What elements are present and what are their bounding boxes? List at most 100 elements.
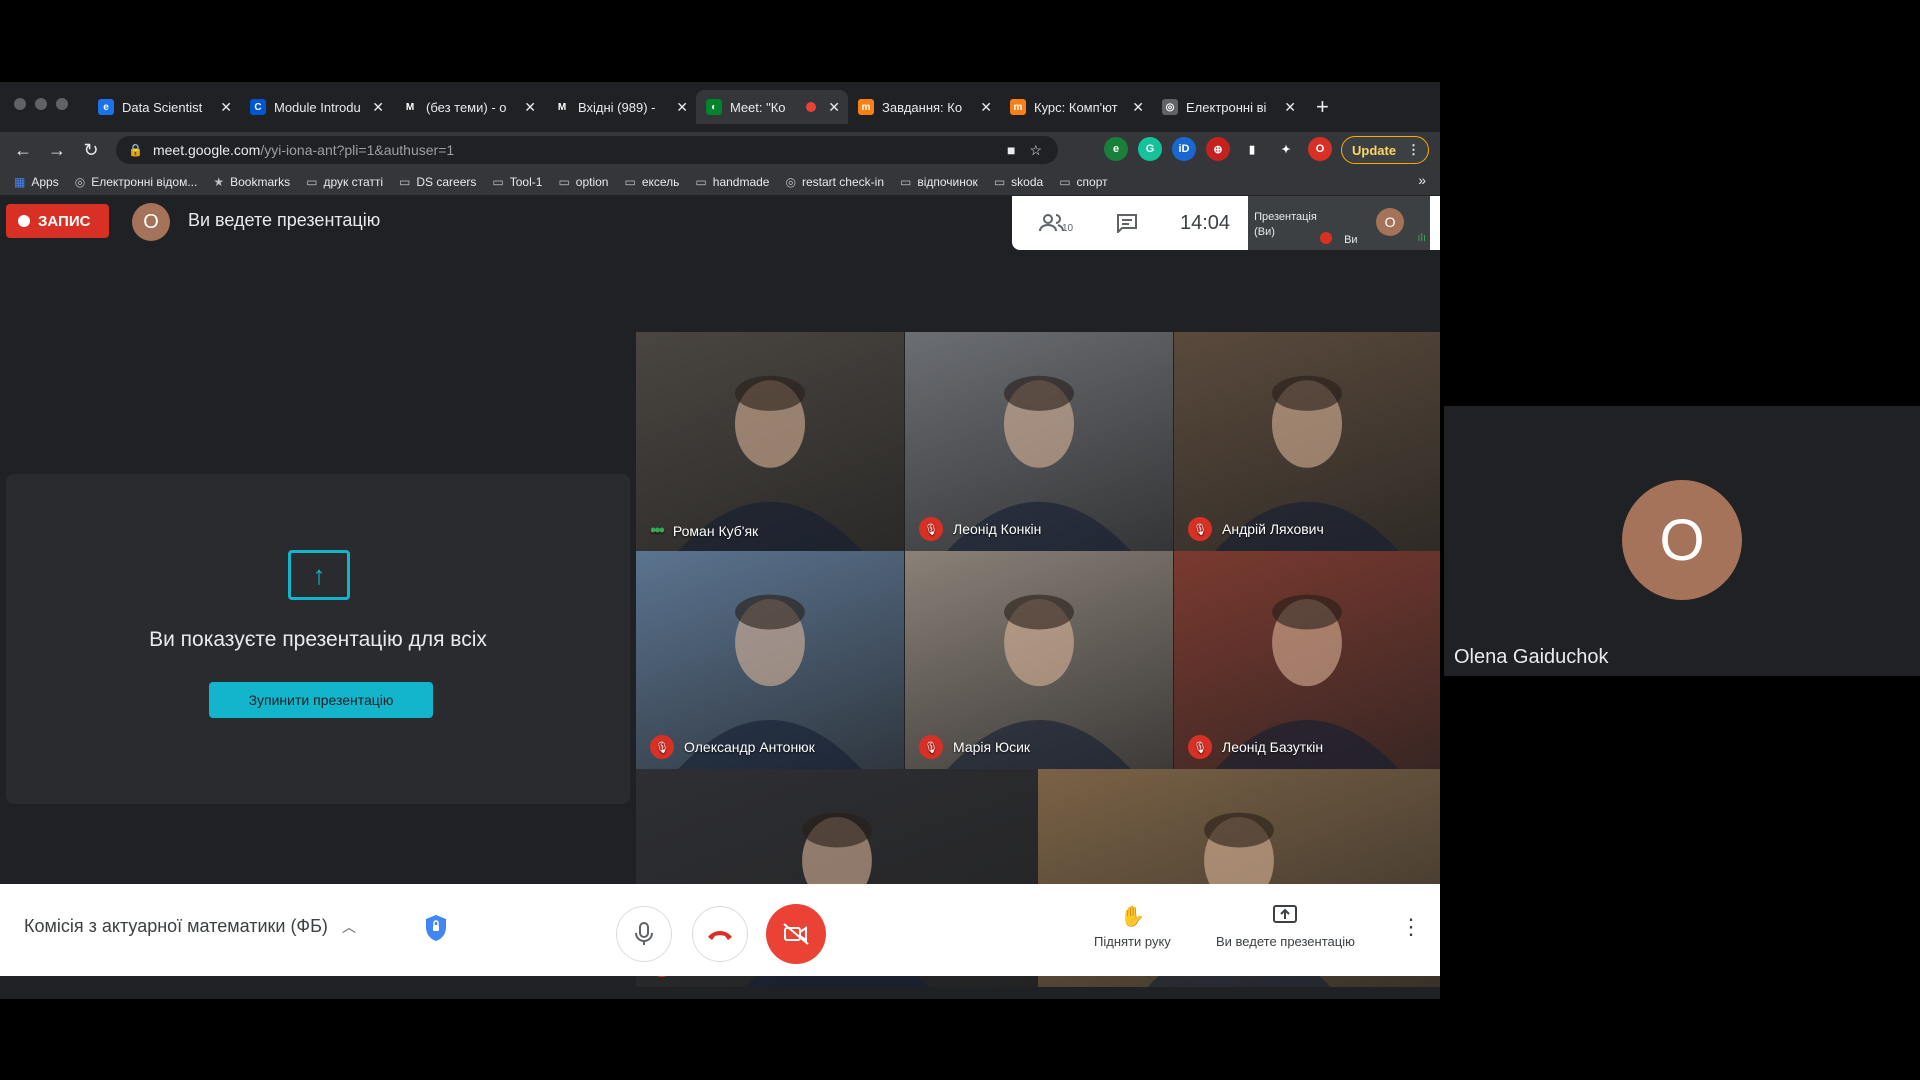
browser-tab[interactable]: ◎ Електронні ві ✕: [1152, 90, 1304, 124]
e-icon: e: [98, 99, 114, 115]
participant-name-tag: 🎙 Леонід Базуткін: [1188, 735, 1323, 759]
chat-icon: [1117, 214, 1137, 233]
browser-tab[interactable]: e Data Scientist ✕: [88, 90, 240, 124]
camera-in-use-icon[interactable]: ■: [1007, 142, 1015, 159]
pdf-extension-icon[interactable]: ⊕: [1206, 137, 1230, 161]
clipboard-extension-icon[interactable]: ▮: [1240, 137, 1264, 161]
bookmark-item[interactable]: ▭ друк статті: [306, 175, 383, 189]
participant-name: Олександр Антонюк: [684, 739, 815, 755]
minimize-window-button[interactable]: [35, 98, 47, 110]
evernote-extension-icon[interactable]: e: [1104, 137, 1128, 161]
camera-button[interactable]: [766, 904, 826, 964]
bookmark-item[interactable]: ▭ DS careers: [399, 175, 476, 189]
participant-tile[interactable]: 🎙 Олександр Антонюк: [636, 551, 904, 769]
new-tab-icon[interactable]: +: [1316, 90, 1329, 124]
bookmark-item[interactable]: ◎ restart check-in: [785, 175, 884, 189]
close-tab-icon[interactable]: ✕: [1132, 99, 1144, 116]
shield-icon[interactable]: [424, 914, 448, 942]
bookmark-item[interactable]: ▭ option: [558, 175, 608, 189]
folder-icon: ▭: [695, 174, 707, 189]
extensions-area: e G iD ⊕ ▮ ✦ O: [1104, 137, 1332, 161]
raise-hand-button[interactable]: ✋ Підняти руку: [1094, 904, 1171, 949]
record-dot-icon: [18, 215, 30, 227]
bookmark-item[interactable]: ▭ handmade: [695, 175, 769, 189]
close-tab-icon[interactable]: ✕: [1284, 99, 1296, 116]
more-options-icon[interactable]: ⋮: [1400, 914, 1422, 940]
participant-tile[interactable]: 🎙 Марія Юсик: [905, 551, 1173, 769]
lock-icon[interactable]: 🔒: [128, 143, 143, 157]
people-button[interactable]: 10: [1012, 213, 1092, 234]
microphone-button[interactable]: [616, 906, 672, 962]
browser-tab[interactable]: m Завдання: Ко ✕: [848, 90, 1000, 124]
close-tab-icon[interactable]: ✕: [372, 99, 384, 116]
close-window-button[interactable]: [14, 98, 26, 110]
bookmark-item[interactable]: ▭ відпочинок: [900, 175, 978, 189]
participant-name-tag: 🎙 Андрій Ляхович: [1188, 517, 1324, 541]
id-extension-icon[interactable]: iD: [1172, 137, 1196, 161]
present-screen-icon: [1272, 904, 1298, 928]
self-thumbnail[interactable]: O Ви ılı: [1340, 196, 1431, 250]
stop-presenting-button[interactable]: Зупинити презентацію: [209, 682, 433, 718]
browser-tab[interactable]: ◐ Meet: "Ко ✕: [696, 90, 848, 124]
microphone-icon: [635, 922, 653, 945]
participant-tile[interactable]: ••• Роман Куб'як: [636, 332, 904, 551]
participant-tile[interactable]: 🎙 Леонід Базуткін: [1174, 551, 1440, 769]
reload-icon[interactable]: ↻: [74, 140, 108, 161]
bookmark-label: Apps: [31, 174, 59, 189]
present-now-button[interactable]: Ви ведете презентацію: [1216, 904, 1355, 949]
bookmarks-overflow-icon[interactable]: »: [1418, 172, 1426, 188]
kebab-menu-icon[interactable]: ⋮: [1407, 142, 1420, 158]
close-tab-icon[interactable]: ✕: [220, 99, 232, 116]
toolbar: ← → ↻ 🔒 meet.google.com/yyi-iona-ant?pli…: [0, 132, 1440, 168]
close-tab-icon[interactable]: ✕: [828, 99, 840, 116]
leave-call-button[interactable]: [692, 906, 748, 962]
hang-up-icon: [708, 931, 732, 940]
url-host: meet.google.com: [152, 142, 261, 158]
chat-button[interactable]: [1092, 213, 1162, 233]
forward-arrow-icon[interactable]: →: [40, 140, 74, 161]
apps-grid-icon: ▦: [14, 174, 26, 189]
browser-tab[interactable]: M Вхідні (989) - ✕: [544, 90, 696, 124]
browser-tab[interactable]: M (без теми) - о ✕: [392, 90, 544, 124]
bookmark-item[interactable]: ▦ Apps: [14, 175, 59, 189]
bookmark-label: restart check-in: [801, 174, 884, 189]
close-tab-icon[interactable]: ✕: [524, 99, 536, 116]
bookmark-star-icon[interactable]: ☆: [1029, 142, 1042, 159]
bookmark-item[interactable]: ▭ ексель: [624, 175, 679, 189]
browser-tab[interactable]: C Module Introdu ✕: [240, 90, 392, 124]
bookmark-item[interactable]: ▭ спорт: [1059, 175, 1107, 189]
presentation-thumbnail[interactable]: Презентація (Ви): [1248, 196, 1341, 250]
folder-icon: ▭: [492, 174, 504, 189]
recording-badge[interactable]: ЗАПИС: [6, 204, 109, 238]
muted-mic-icon: [1320, 232, 1333, 244]
participant-name: Роман Куб'як: [672, 522, 759, 539]
bookmark-label: відпочинок: [917, 174, 978, 189]
close-tab-icon[interactable]: ✕: [980, 99, 992, 116]
meeting-title: Комісія з актуарної математики (ФБ): [24, 916, 328, 936]
maximize-window-button[interactable]: [56, 98, 68, 110]
meeting-details-toggle[interactable]: Комісія з актуарної математики (ФБ) ︿: [24, 916, 356, 937]
self-thumb-label: Ви: [1344, 234, 1358, 246]
close-tab-icon[interactable]: ✕: [676, 99, 688, 116]
side-avatar: O: [1622, 480, 1742, 600]
back-arrow-icon[interactable]: ←: [6, 140, 40, 161]
bookmark-label: skoda: [1011, 174, 1044, 189]
browser-tab[interactable]: m Курс: Комп'ют ✕: [1000, 90, 1152, 124]
muted-mic-icon: 🎙: [919, 517, 943, 541]
update-label: Update: [1352, 142, 1397, 158]
presentation-thumb-label: Презентація (Ви): [1254, 211, 1317, 238]
bookmark-item[interactable]: ▭ Tool-1: [492, 175, 542, 189]
tab-bar: e Data Scientist ✕ C Module Introdu ✕ M (без те…: [0, 82, 1440, 132]
puzzle-extensions-icon[interactable]: ✦: [1274, 137, 1298, 161]
bookmark-item[interactable]: ▭ skoda: [994, 175, 1043, 189]
participant-tile[interactable]: 🎙 Леонід Конкін: [905, 332, 1173, 551]
muted-mic-icon: 🎙: [919, 735, 943, 759]
grammarly-extension-icon[interactable]: G: [1138, 137, 1162, 161]
bookmark-item[interactable]: ◎ Електронні відом...: [75, 175, 198, 189]
profile-avatar[interactable]: O: [1308, 137, 1332, 161]
address-bar[interactable]: 🔒 meet.google.com/yyi-iona-ant?pli=1&aut…: [116, 136, 1058, 164]
update-button[interactable]: Update ⋮: [1341, 136, 1429, 164]
globe-icon: ◎: [785, 174, 796, 189]
bookmark-item[interactable]: ★ Bookmarks: [213, 175, 290, 189]
participant-tile[interactable]: 🎙 Андрій Ляхович: [1174, 332, 1440, 551]
